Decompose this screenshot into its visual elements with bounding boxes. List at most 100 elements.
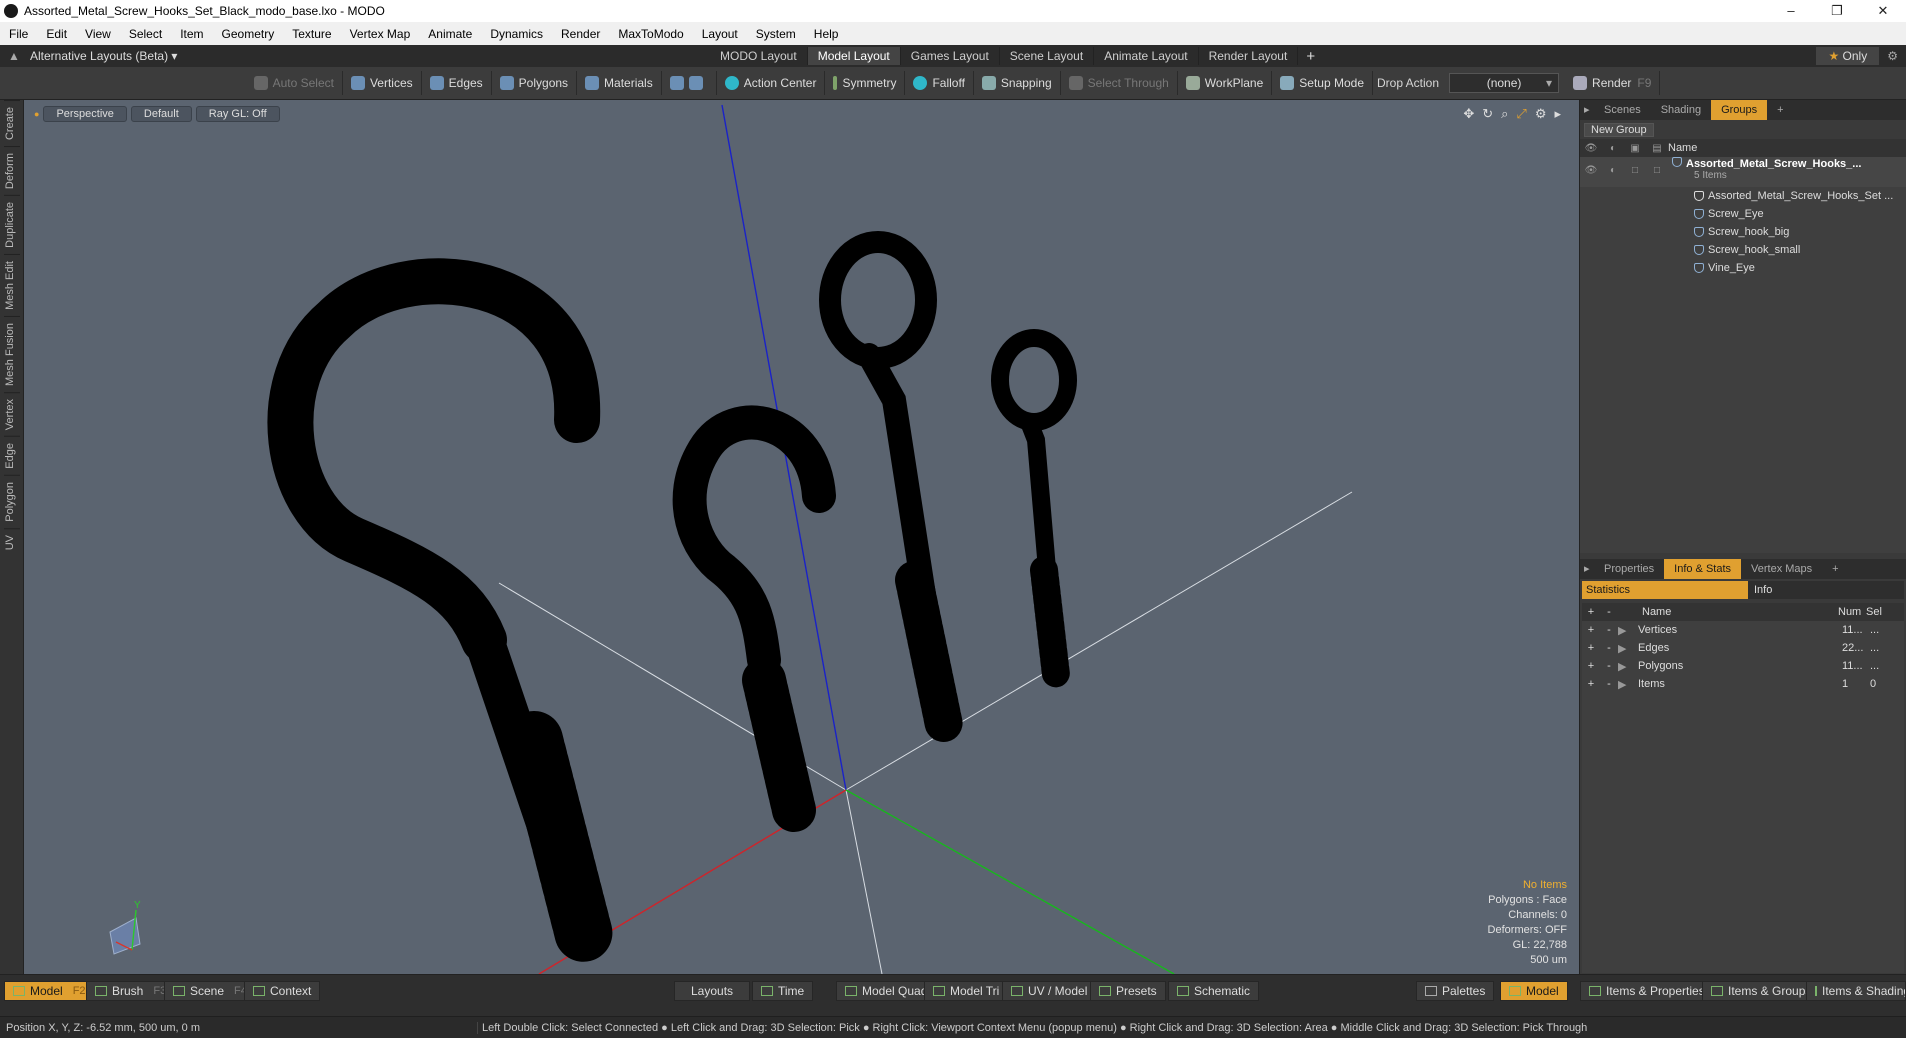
pan-icon[interactable]: ✥ <box>1463 106 1474 122</box>
menu-file[interactable]: File <box>0 27 37 41</box>
tab-deform[interactable]: Deform <box>3 146 20 196</box>
context-button[interactable]: Context <box>244 981 321 1001</box>
tab-properties[interactable]: Properties <box>1594 559 1664 579</box>
tab-edge[interactable]: Edge <box>3 436 20 475</box>
add-layout-button[interactable]: + <box>1298 48 1323 65</box>
tab-vertex[interactable]: Vertex <box>3 391 20 437</box>
tab-mesh-fusion[interactable]: Mesh Fusion <box>3 315 20 392</box>
root-render-toggle[interactable]: ◐ <box>1602 165 1624 176</box>
remove-icon[interactable]: - <box>1600 660 1618 672</box>
menu-edit[interactable]: Edit <box>37 27 76 41</box>
drop-action-dropdown[interactable]: (none) <box>1449 73 1560 93</box>
root-lock-toggle[interactable]: □ <box>1624 165 1646 176</box>
restore-button[interactable]: ❐ <box>1814 3 1860 19</box>
tab-vertex-maps[interactable]: Vertex Maps <box>1741 559 1822 579</box>
group-child-row[interactable]: Screw_hook_small <box>1580 241 1906 259</box>
menu-help[interactable]: Help <box>805 27 848 41</box>
falloff-button[interactable]: Falloff <box>905 71 974 95</box>
screw-eye-mesh[interactable] <box>819 231 963 744</box>
add-icon[interactable]: + <box>1582 660 1600 672</box>
rotate-icon[interactable]: ↻ <box>1482 106 1493 122</box>
time-button[interactable]: Time <box>752 981 814 1001</box>
snapping-button[interactable]: Snapping <box>974 71 1061 95</box>
render-button[interactable]: Render F9 <box>1565 71 1661 95</box>
tab-groups[interactable]: Groups <box>1711 100 1768 120</box>
tab-duplicate[interactable]: Duplicate <box>3 195 20 254</box>
layouts-button[interactable]: Layouts <box>674 981 751 1001</box>
presets-button[interactable]: Presets <box>1090 981 1166 1001</box>
setup-mode-button[interactable]: Setup Mode <box>1272 71 1373 95</box>
group-child-row[interactable]: Assorted_Metal_Screw_Hooks_Set ... <box>1580 187 1906 205</box>
menu-layout[interactable]: Layout <box>693 27 747 41</box>
vertices-button[interactable]: Vertices <box>343 71 422 95</box>
menu-system[interactable]: System <box>747 27 805 41</box>
stats-row[interactable]: + - ▶ Items 1 0 <box>1582 675 1904 693</box>
add-icon[interactable]: + <box>1582 624 1600 636</box>
stats-menu-icon[interactable]: ▸ <box>1580 559 1594 579</box>
zoom-icon[interactable]: ⌕ <box>1501 106 1508 122</box>
gear-icon[interactable]: ⚙ <box>1879 49 1906 63</box>
tab-scenes[interactable]: Scenes <box>1594 100 1651 120</box>
auto-select-button[interactable]: Auto Select <box>246 71 343 95</box>
tab-uv[interactable]: UV <box>3 527 20 556</box>
tab-modo-layout[interactable]: MODO Layout <box>710 47 808 65</box>
3d-viewport[interactable]: Y ● Perspective Default Ray GL: Off ✥ ↻ … <box>24 100 1579 974</box>
brush-mode-button[interactable]: Brush F3 <box>86 981 176 1001</box>
tab-shading[interactable]: Shading <box>1651 100 1711 120</box>
palettes-button[interactable]: Palettes <box>1416 981 1495 1001</box>
subtab-statistics[interactable]: Statistics <box>1582 581 1748 599</box>
selection-sets-button[interactable] <box>662 71 717 95</box>
tab-model-layout[interactable]: Model Layout <box>807 47 901 65</box>
items-groups-button[interactable]: Items & Groups <box>1702 981 1821 1001</box>
menu-view[interactable]: View <box>76 27 120 41</box>
tab-create[interactable]: Create <box>3 100 20 147</box>
new-group-button[interactable]: New Group <box>1584 123 1654 137</box>
expand-all-button[interactable]: + <box>1582 606 1600 618</box>
add-icon[interactable]: + <box>1582 642 1600 654</box>
tab-animate-layout[interactable]: Animate Layout <box>1094 47 1199 65</box>
viewport-gear-icon[interactable]: ⚙ <box>1535 106 1547 122</box>
screw-hook-small-mesh[interactable] <box>672 405 836 832</box>
tab-render-layout[interactable]: Render Layout <box>1199 47 1299 65</box>
stats-row[interactable]: + - ▶ Vertices 11...... <box>1582 621 1904 639</box>
edges-button[interactable]: Edges <box>422 71 492 95</box>
close-button[interactable]: ✕ <box>1860 3 1906 19</box>
remove-icon[interactable]: - <box>1600 642 1618 654</box>
model-tri-button[interactable]: Model Tri <box>924 981 1009 1001</box>
root-select-toggle[interactable]: □ <box>1646 165 1668 176</box>
menu-texture[interactable]: Texture <box>283 27 340 41</box>
vine-eye-mesh[interactable] <box>991 329 1077 689</box>
stats-row[interactable]: + - ▶ Polygons 11...... <box>1582 657 1904 675</box>
scene-mode-button[interactable]: Scene F4 <box>164 981 256 1001</box>
model-quad-button[interactable]: Model Quad <box>836 981 937 1001</box>
menu-render[interactable]: Render <box>552 27 609 41</box>
viewport-canvas[interactable]: Y <box>24 100 1579 974</box>
remove-icon[interactable]: - <box>1600 624 1618 636</box>
menu-vertex-map[interactable]: Vertex Map <box>341 27 420 41</box>
workplane-button[interactable]: WorkPlane <box>1178 71 1273 95</box>
tab-polygon[interactable]: Polygon <box>3 474 20 528</box>
tab-mesh-edit[interactable]: Mesh Edit <box>3 253 20 316</box>
subtab-info[interactable]: Info <box>1748 581 1904 599</box>
raygl-button[interactable]: Ray GL: Off <box>195 106 280 122</box>
alt-layouts-dropdown[interactable]: Alternative Layouts (Beta) ▾ <box>30 49 710 63</box>
viewport-menu-dot[interactable]: ● <box>34 106 39 122</box>
expand-arrow-icon[interactable]: ▶ <box>1618 678 1638 691</box>
menu-dynamics[interactable]: Dynamics <box>481 27 552 41</box>
root-visibility-toggle[interactable]: 👁 <box>1580 165 1602 176</box>
add-stats-tab-button[interactable]: + <box>1822 559 1848 579</box>
shading-style-button[interactable]: Default <box>130 106 192 122</box>
materials-button[interactable]: Materials <box>577 71 662 95</box>
model-mode-button[interactable]: Model F2 <box>4 981 95 1001</box>
only-toggle[interactable]: ★ Only <box>1816 47 1880 65</box>
group-child-row[interactable]: Screw_hook_big <box>1580 223 1906 241</box>
tab-info-stats[interactable]: Info & Stats <box>1664 559 1742 579</box>
stats-row[interactable]: + - ▶ Edges 22...... <box>1582 639 1904 657</box>
polygons-button[interactable]: Polygons <box>492 71 578 95</box>
menu-item[interactable]: Item <box>171 27 212 41</box>
collapse-all-button[interactable]: - <box>1600 606 1618 618</box>
layout-up-icon[interactable]: ▲ <box>8 49 22 63</box>
model-preset-button[interactable]: Model <box>1500 981 1568 1001</box>
select-through-button[interactable]: Select Through <box>1061 71 1178 95</box>
expand-arrow-icon[interactable]: ▸ <box>1554 106 1561 122</box>
